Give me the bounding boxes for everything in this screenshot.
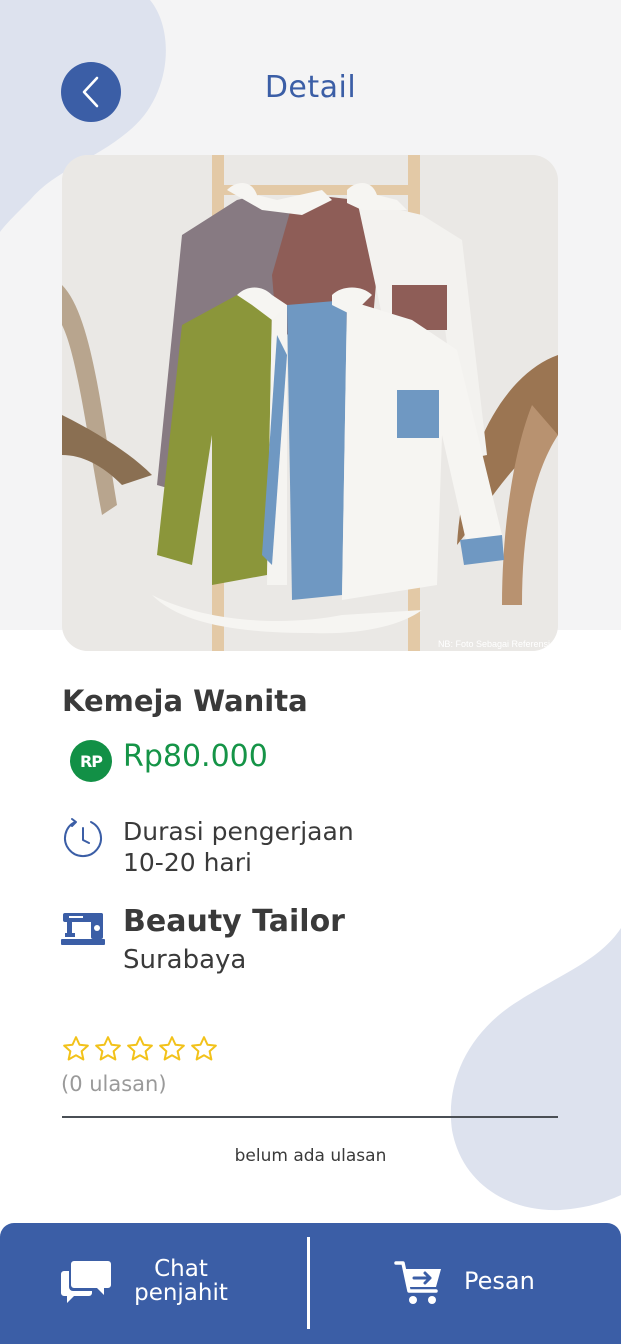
order-button-label: Pesan (464, 1267, 535, 1295)
chat-button-label: Chat penjahit (134, 1256, 228, 1306)
rating-stars (61, 1034, 219, 1064)
divider (62, 1116, 558, 1118)
currency-badge-icon: RP (70, 740, 112, 782)
tailor-name[interactable]: Beauty Tailor (123, 904, 345, 939)
star-outline-icon (127, 1036, 153, 1061)
order-button[interactable]: Pesan (310, 1223, 621, 1344)
duration-value: 10-20 hari (123, 848, 252, 877)
chat-bubbles-icon (61, 1261, 111, 1303)
empty-reviews-message: belum ada ulasan (234, 1146, 387, 1166)
product-price: Rp80.000 (123, 739, 268, 774)
review-count: (0 ulasan) (61, 1072, 167, 1096)
page-title: Detail (264, 70, 357, 105)
star-outline-icon (63, 1036, 89, 1061)
duration-label: Durasi pengerjaan (123, 817, 354, 846)
star-outline-icon (95, 1036, 121, 1061)
sewing-machine-icon (61, 913, 105, 945)
photo-caption: NB: Foto Sebagai Referensi (437, 639, 550, 649)
shirts-photo (62, 155, 558, 651)
bottom-action-bar: Chat penjahit Pesan (0, 1223, 621, 1344)
tailor-city: Surabaya (123, 945, 247, 975)
cart-arrow-icon (394, 1261, 441, 1304)
star-outline-icon (191, 1036, 217, 1061)
product-image: NB: Foto Sebagai Referensi (62, 155, 558, 651)
clock-refresh-icon (64, 818, 102, 858)
chat-tailor-button[interactable]: Chat penjahit (0, 1223, 307, 1344)
product-name: Kemeja Wanita (62, 684, 308, 718)
star-outline-icon (159, 1036, 185, 1061)
